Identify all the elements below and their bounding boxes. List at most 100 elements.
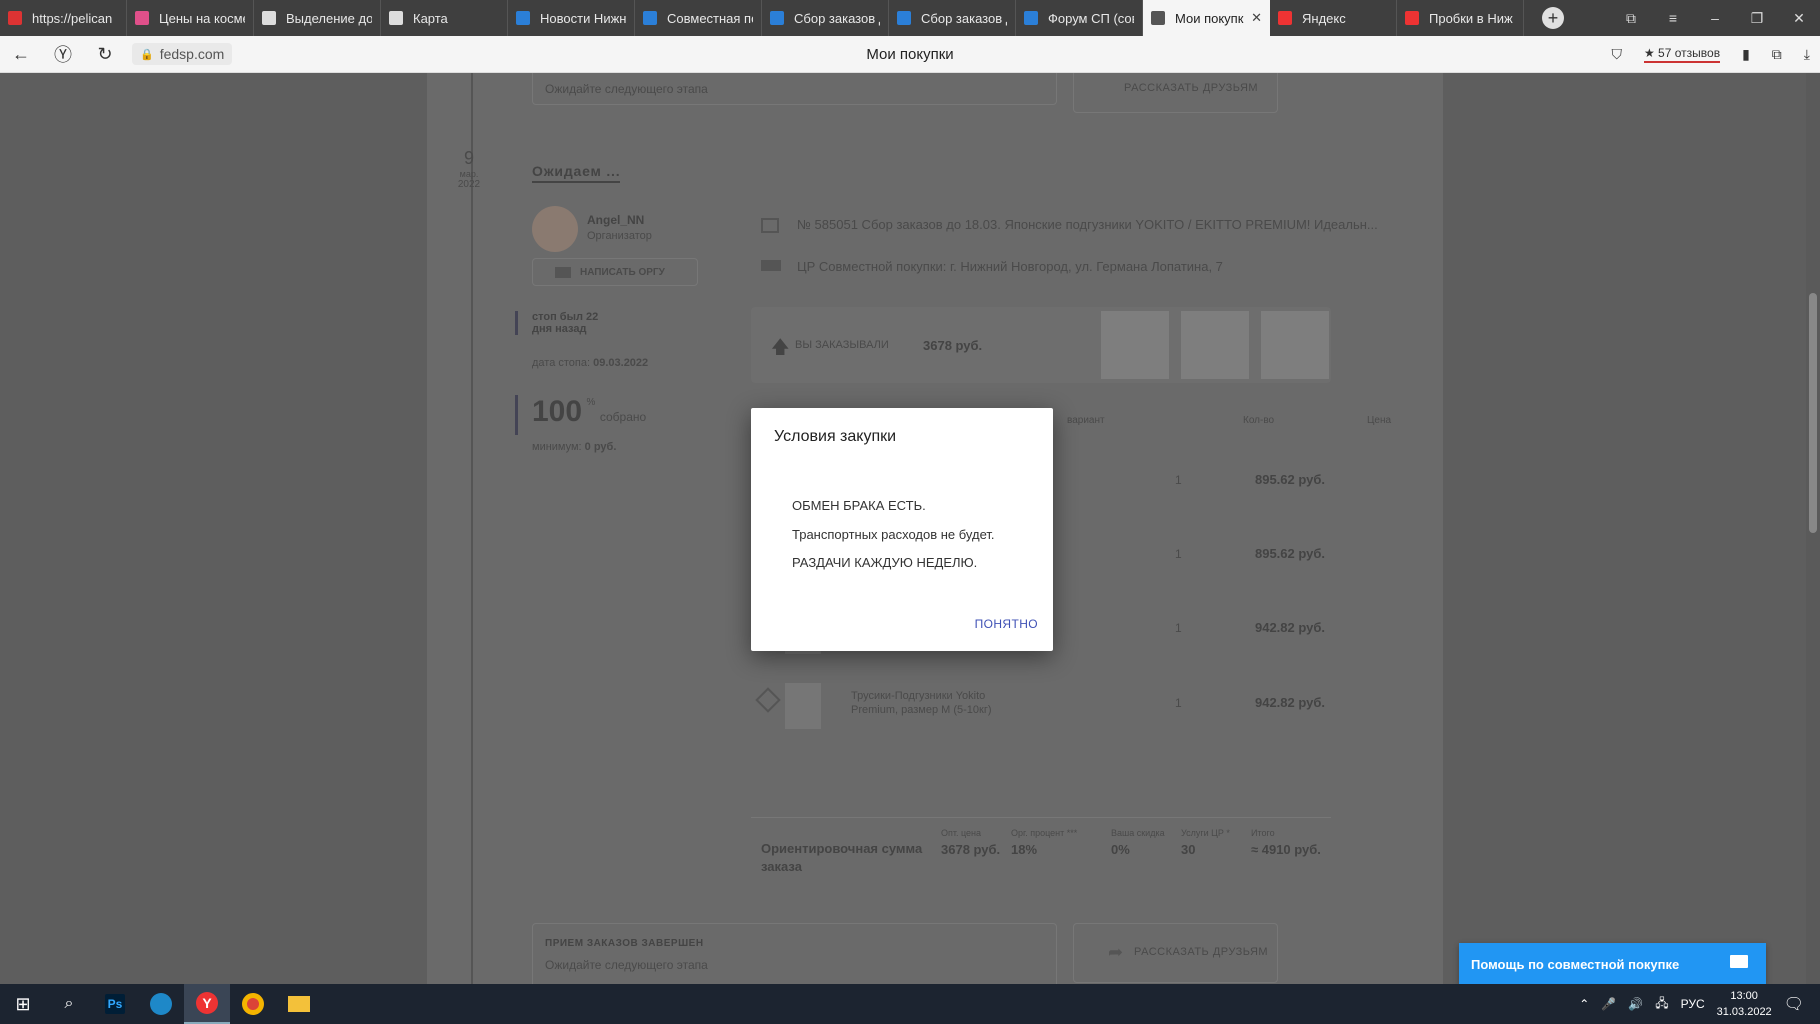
taskbar: ⊞ ⌕ Ps Y ⌃ 🎤 🔊 🖧 РУС 13:00 31.03.2022 🗨 xyxy=(0,984,1820,1024)
product-thumb[interactable] xyxy=(1101,311,1169,379)
back-icon[interactable]: ← xyxy=(0,44,42,65)
pickup-address: ЦР Совместной покупки: г. Нижний Новгоро… xyxy=(797,259,1223,274)
collections-icon[interactable]: ⧉ xyxy=(1772,46,1782,63)
tab-6[interactable]: Сбор заказов д xyxy=(762,0,889,36)
product-thumb[interactable] xyxy=(785,683,821,729)
volume-icon[interactable]: 🔊 xyxy=(1628,997,1643,1011)
tab-label: https://pelican xyxy=(32,10,113,26)
tab-7[interactable]: Сбор заказов д xyxy=(889,0,1016,36)
box-icon xyxy=(755,687,781,713)
chevron-up-icon[interactable]: ⌃ xyxy=(1579,997,1589,1011)
truck-icon xyxy=(761,260,781,271)
windows-icon xyxy=(1024,11,1038,25)
yandex-home-icon[interactable]: Ⓨ xyxy=(42,41,84,67)
help-chat-button[interactable]: Помощь по совместной покупке xyxy=(1459,943,1766,985)
col-price: Цена xyxy=(1367,415,1392,426)
url-field[interactable]: 🔒 fedsp.com xyxy=(132,43,233,65)
menu-icon[interactable]: ≡ xyxy=(1652,10,1694,26)
windows-icon xyxy=(770,11,784,25)
download-icon[interactable]: ⤓ xyxy=(1804,46,1810,63)
sparkle-icon xyxy=(135,11,149,25)
col-qty: Кол-во xyxy=(1243,415,1275,426)
tab-10[interactable]: Яндекс xyxy=(1270,0,1397,36)
summary-value: ≈ 4910 руб. xyxy=(1251,842,1321,857)
pelican-icon xyxy=(8,11,22,25)
ok-button[interactable]: ПОНЯТНО xyxy=(975,617,1038,631)
tab-11[interactable]: Пробки в Ниж xyxy=(1397,0,1524,36)
microphone-icon[interactable]: 🎤 xyxy=(1601,997,1616,1011)
address-bar-actions: ⛉ ★ 57 отзывов ▮ ⧉ ⤓ xyxy=(1611,36,1810,73)
search-icon[interactable]: ⌕ xyxy=(46,984,92,1024)
edge-icon[interactable] xyxy=(138,984,184,1024)
tab-9[interactable]: Мои покупк ✕ xyxy=(1143,0,1270,36)
tab-3[interactable]: Карта xyxy=(381,0,508,36)
dialog-title: Условия закупки xyxy=(774,428,897,445)
tab-1[interactable]: Цены на косме xyxy=(127,0,254,36)
product-thumb[interactable] xyxy=(1181,311,1249,379)
new-tab-button[interactable]: + xyxy=(1542,7,1564,29)
stop-info: стоп был 22 дня назад xyxy=(515,311,598,335)
network-icon[interactable]: 🖧 xyxy=(1655,994,1668,1015)
tab-0[interactable]: https://pelican xyxy=(0,0,127,36)
language-indicator[interactable]: РУС xyxy=(1681,997,1705,1011)
tab-2[interactable]: Выделение до xyxy=(254,0,381,36)
item-qty: 1 xyxy=(1175,696,1182,710)
dialog-line: РАЗДАЧИ КАЖДУЮ НЕДЕЛЮ. xyxy=(792,555,978,570)
photoshop-icon[interactable]: Ps xyxy=(92,984,138,1024)
yandex-browser-icon[interactable]: Y xyxy=(184,984,230,1024)
help-chat-label: Помощь по совместной покупке xyxy=(1471,956,1680,972)
tab-4[interactable]: Новости Нижн xyxy=(508,0,635,36)
calendar-icon xyxy=(761,218,779,233)
share-button-bottom[interactable]: ➦ РАССКАЗАТЬ ДРУЗЬЯМ xyxy=(1073,923,1278,983)
collected-info: 100 % собрано xyxy=(515,395,646,435)
map-icon xyxy=(389,11,403,25)
bookmark-icon[interactable]: ▮ xyxy=(1742,46,1750,63)
close-tab-icon[interactable]: ✕ xyxy=(1251,10,1262,26)
item-price: 895.62 руб. xyxy=(1254,546,1325,561)
tab-8[interactable]: Форум СП (сов xyxy=(1016,0,1143,36)
chrome-icon[interactable] xyxy=(230,984,276,1024)
summary-column: Услуги ЦР * 30 xyxy=(1181,828,1251,857)
notifications-icon[interactable]: 🗨 xyxy=(1784,994,1804,1014)
clock[interactable]: 13:00 31.03.2022 xyxy=(1717,988,1772,1020)
page-scrollbar[interactable] xyxy=(1806,73,1820,984)
tab-label: Сбор заказов д xyxy=(921,10,1007,26)
item-name[interactable]: Трусики-Подгузники Yokito Premium, разме… xyxy=(851,689,1021,717)
traffic-icon xyxy=(1405,11,1419,25)
item-price: 942.82 руб. xyxy=(1254,695,1325,710)
summary-value: 18% xyxy=(1011,842,1038,857)
tab-label: Форум СП (сов xyxy=(1048,10,1134,26)
summary-value: 3678 руб. xyxy=(941,842,1001,857)
tab-label: Карта xyxy=(413,10,448,26)
date-badge: 9 мар. 2022 xyxy=(457,148,481,190)
file-explorer-icon[interactable] xyxy=(276,984,322,1024)
tabs-menu-icon[interactable]: ⧉ xyxy=(1610,10,1652,27)
minimize-icon[interactable]: – xyxy=(1694,10,1736,26)
order-title[interactable]: № 585051 Сбор заказов до 18.03. Японские… xyxy=(797,217,1378,232)
ordered-strip: 🡅 ВЫ ЗАКАЗЫВАЛИ 3678 руб. xyxy=(751,307,1331,383)
windows-start-icon[interactable]: ⊞ xyxy=(0,984,46,1024)
avatar[interactable] xyxy=(532,206,578,252)
tab-label: Яндекс xyxy=(1302,10,1346,26)
dialog-body: ОБМЕН БРАКА ЕСТЬ. Транспортных расходов н… xyxy=(792,492,995,578)
reviews-link[interactable]: ★ 57 отзывов xyxy=(1643,46,1721,63)
organizer-name[interactable]: Angel_NN xyxy=(587,213,644,227)
window-controls: ⧉ ≡ – ❐ ✕ xyxy=(1610,0,1820,36)
summary-column: Орг. процент *** 18% xyxy=(1011,828,1081,857)
scrollbar-thumb[interactable] xyxy=(1809,293,1817,533)
share-button-top[interactable]: РАССКАЗАТЬ ДРУЗЬЯМ xyxy=(1073,73,1278,113)
restore-icon[interactable]: ❐ xyxy=(1736,10,1778,27)
product-thumb[interactable] xyxy=(1261,311,1329,379)
arrow-up-icon: 🡅 xyxy=(771,337,790,357)
write-organizer-button[interactable]: НАПИСАТЬ ОРГУ xyxy=(532,258,698,286)
url-text: fedsp.com xyxy=(159,46,225,62)
summary-label: Опт. цена xyxy=(941,828,982,838)
tab-5[interactable]: Совместная по xyxy=(635,0,762,36)
summary-label: Орг. процент *** xyxy=(1011,828,1078,838)
item-qty: 1 xyxy=(1175,621,1182,635)
close-window-icon[interactable]: ✕ xyxy=(1778,10,1820,27)
protect-icon[interactable]: ⛉ xyxy=(1611,46,1622,63)
prev-status-field: Ожидайте следующего этапа xyxy=(532,73,1057,105)
tab-label: Цены на косме xyxy=(159,10,245,26)
reload-icon[interactable]: ↻ xyxy=(84,44,126,65)
